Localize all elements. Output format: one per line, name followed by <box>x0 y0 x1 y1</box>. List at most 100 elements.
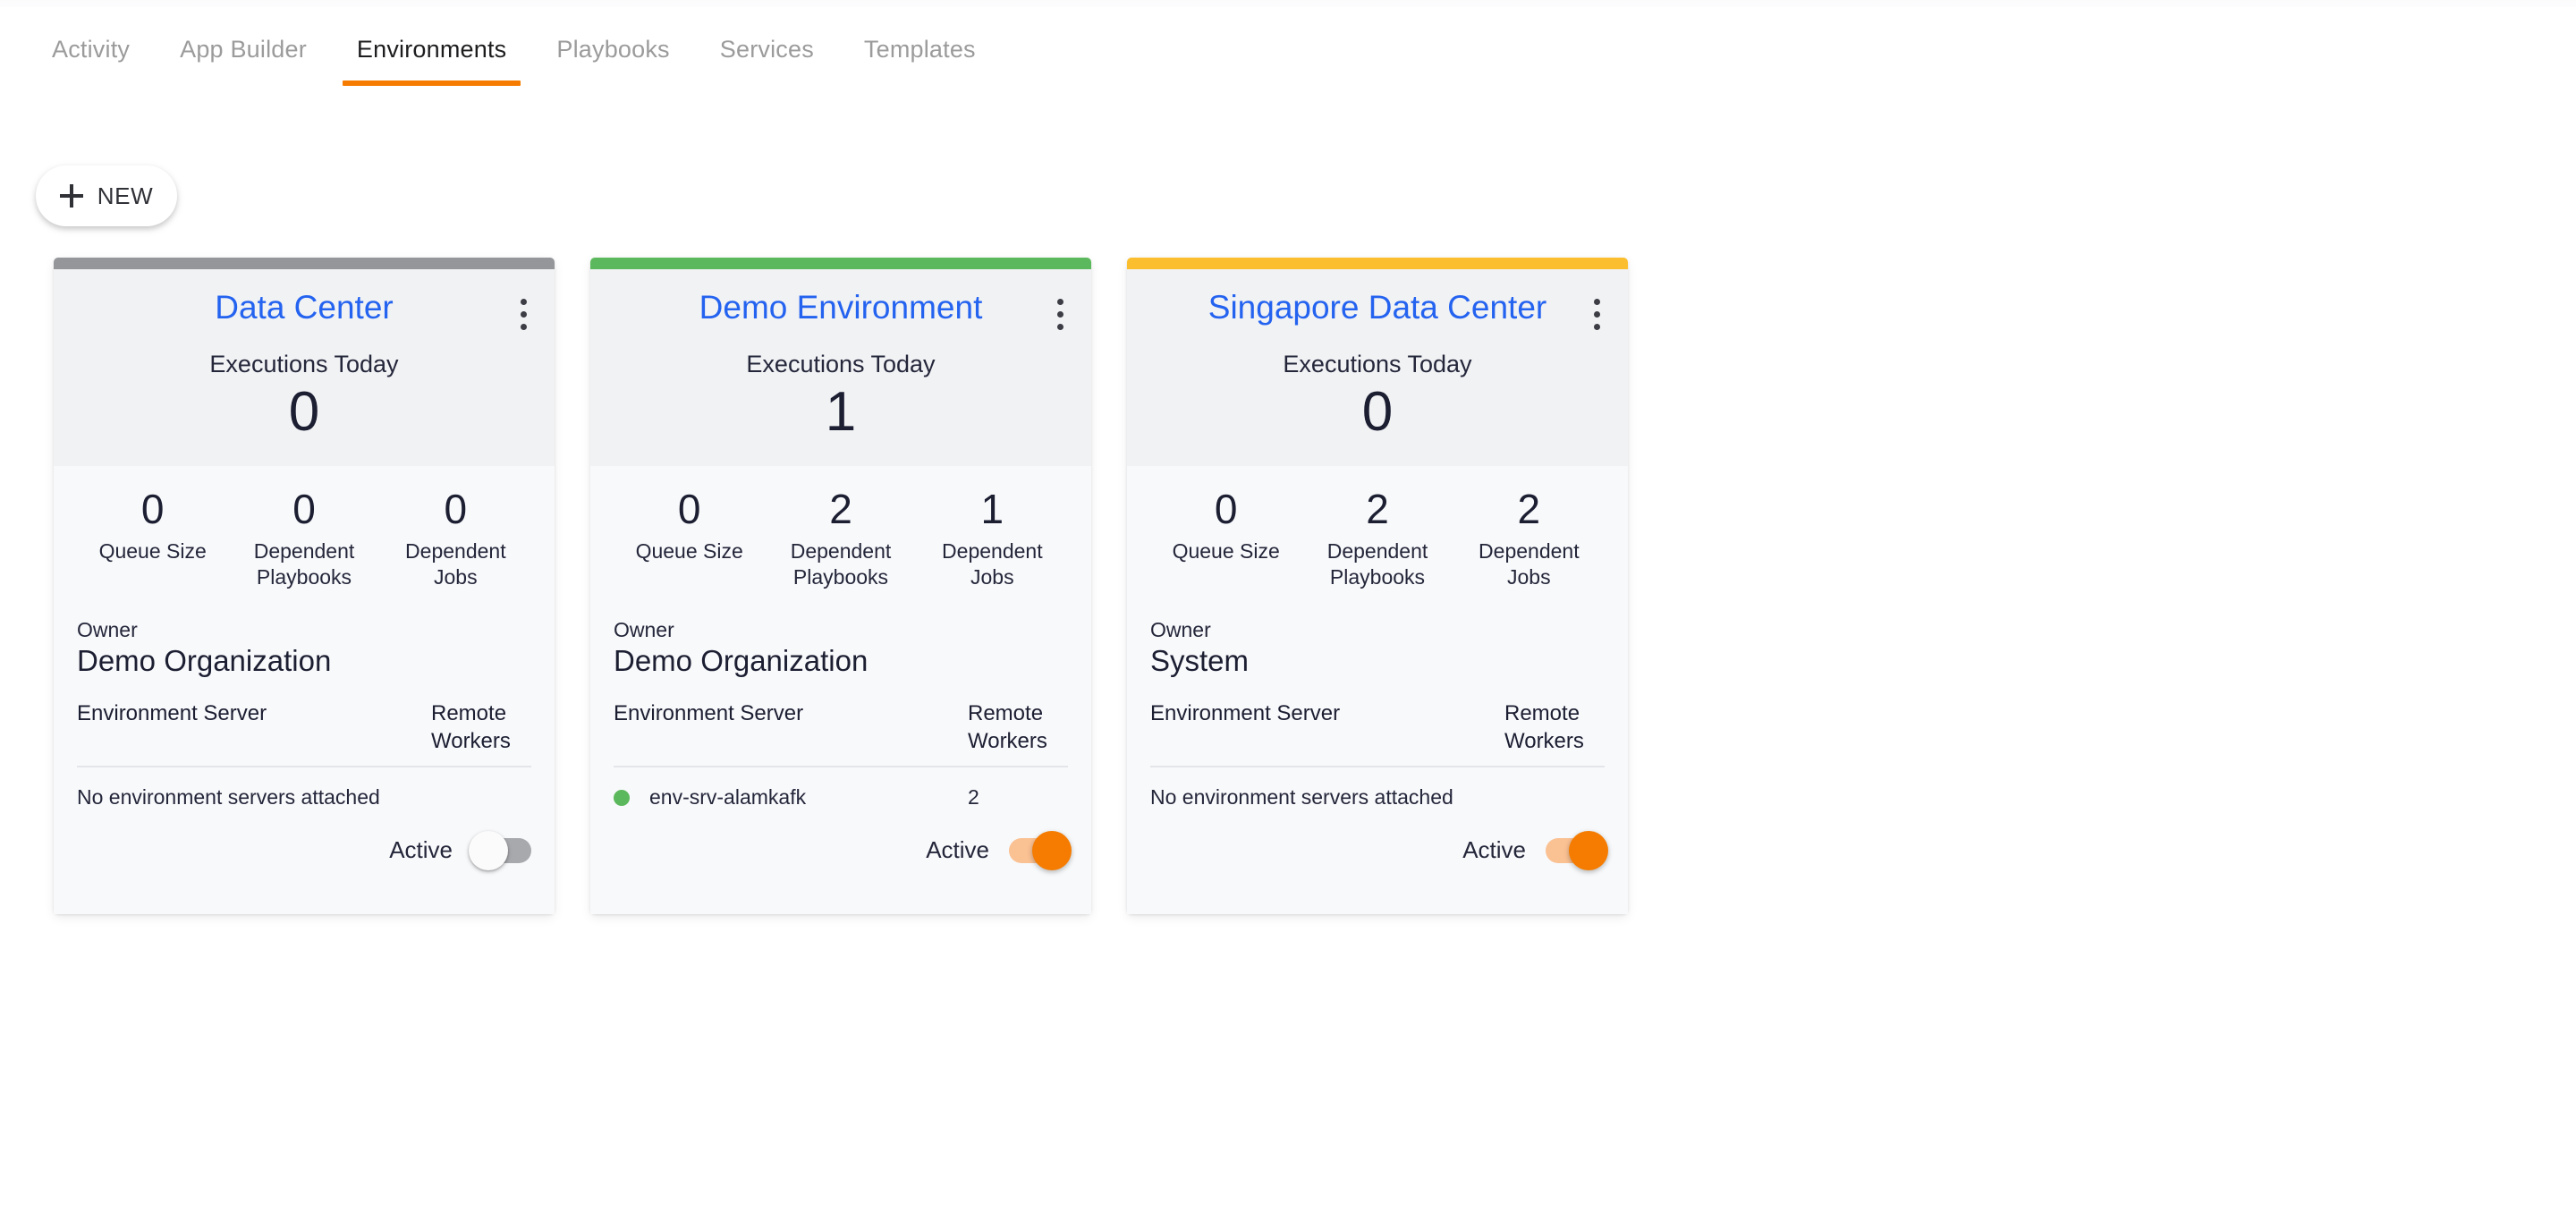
no-servers-message: No environment servers attached <box>1150 785 1453 809</box>
server-table-header: Environment Server Remote Workers <box>1150 699 1605 768</box>
server-remote-workers-count: 2 <box>968 785 979 809</box>
tab-label: Templates <box>863 36 976 63</box>
card-header: Singapore Data Center Executions Today 0 <box>1127 269 1628 467</box>
environment-title-link[interactable]: Data Center <box>77 289 531 327</box>
tab-environments[interactable]: Environments <box>332 7 531 97</box>
stat-value: 2 <box>1517 486 1541 533</box>
environment-card-list: Data Center Executions Today 0 0 Queue Size 0… <box>54 258 1628 915</box>
active-toggle-switch[interactable] <box>469 830 531 870</box>
owner-block: Owner System <box>1150 618 1605 678</box>
tab-label: App Builder <box>180 36 307 63</box>
executions-today-label: Executions Today <box>1283 350 1472 377</box>
executions-today-value: 1 <box>825 380 857 443</box>
active-toggle-switch[interactable] <box>1546 830 1608 870</box>
stat-value: 0 <box>292 486 316 533</box>
main-tab-bar: Activity App Builder Environments Playbooks… <box>0 7 2576 97</box>
card-header: Data Center Executions Today 0 <box>54 269 555 467</box>
stat-value: 2 <box>1366 486 1389 533</box>
tab-label: Activity <box>52 36 131 63</box>
toggle-knob <box>469 830 508 870</box>
active-toggle-label: Active <box>389 836 453 864</box>
owner-value: Demo Organization <box>77 643 332 677</box>
stat-label: Dependent Playbooks <box>253 538 355 589</box>
column-header-remote-workers: Remote Workers <box>968 700 1047 754</box>
new-button-label: NEW <box>97 182 154 209</box>
stat-row: 0 Queue Size 2 Dependent Playbooks 1 Dependen… <box>614 466 1068 591</box>
executions-today-label: Executions Today <box>209 350 399 377</box>
new-environment-button[interactable]: NEW <box>36 165 177 226</box>
active-tab-underline <box>342 81 521 86</box>
stat-dependent-playbooks: 2 Dependent Playbooks <box>765 486 916 591</box>
owner-block: Owner Demo Organization <box>614 618 1068 678</box>
card-header: Demo Environment Executions Today 1 <box>590 269 1091 467</box>
stat-label: Dependent Jobs <box>1479 538 1580 589</box>
kebab-menu-icon[interactable] <box>1581 294 1612 334</box>
tab-app-builder[interactable]: App Builder <box>155 7 332 97</box>
card-accent-bar <box>1127 258 1628 269</box>
stat-queue-size: 0 Queue Size <box>1150 486 1301 591</box>
column-header-environment-server: Environment Server <box>77 700 267 725</box>
page-root: Activity App Builder Environments Playbooks… <box>0 0 2576 1229</box>
server-name: env-srv-alamkafk <box>649 785 807 809</box>
owner-block: Owner Demo Organization <box>77 618 531 678</box>
stat-value: 1 <box>980 486 1004 533</box>
stat-dependent-jobs: 0 Dependent Jobs <box>380 486 531 591</box>
card-spacer <box>614 809 1068 836</box>
column-header-environment-server: Environment Server <box>1150 700 1341 725</box>
card-spacer <box>77 809 531 836</box>
tab-label: Playbooks <box>556 36 670 63</box>
tab-label: Services <box>719 36 814 63</box>
owner-value: Demo Organization <box>614 643 869 677</box>
toggle-knob <box>1569 830 1608 870</box>
toggle-knob <box>1032 830 1072 870</box>
active-toggle-label: Active <box>926 836 989 864</box>
stat-row: 0 Queue Size 2 Dependent Playbooks 2 Dependen… <box>1150 466 1605 591</box>
plus-icon <box>59 184 83 208</box>
server-row[interactable]: env-srv-alamkafk 2 <box>614 785 1068 809</box>
stat-value: 0 <box>444 486 468 533</box>
owner-label: Owner <box>1150 617 1211 641</box>
card-body: 0 Queue Size 0 Dependent Playbooks 0 Dependen… <box>54 466 555 915</box>
tab-playbooks[interactable]: Playbooks <box>531 7 694 97</box>
stat-value: 0 <box>1214 486 1238 533</box>
environment-card: Data Center Executions Today 0 0 Queue Size 0… <box>54 258 555 915</box>
active-toggle-switch[interactable] <box>1009 830 1072 870</box>
executions-today-value: 0 <box>1361 380 1394 443</box>
column-header-environment-server: Environment Server <box>614 700 804 725</box>
stat-value: 0 <box>140 486 165 533</box>
stat-label: Queue Size <box>1172 538 1280 563</box>
stat-row: 0 Queue Size 0 Dependent Playbooks 0 Dependen… <box>77 466 531 591</box>
executions-today-value: 0 <box>288 380 320 443</box>
stat-value: 0 <box>677 486 701 533</box>
stat-queue-size: 0 Queue Size <box>77 486 228 591</box>
stat-queue-size: 0 Queue Size <box>614 486 765 591</box>
stat-label: Queue Size <box>98 538 207 563</box>
executions-today-label: Executions Today <box>746 350 936 377</box>
stat-label: Queue Size <box>635 538 743 563</box>
stat-value: 2 <box>829 486 852 533</box>
tab-templates[interactable]: Templates <box>839 7 1001 97</box>
card-body: 0 Queue Size 2 Dependent Playbooks 2 Dependen… <box>1127 466 1628 915</box>
stat-label: Dependent Jobs <box>942 538 1043 589</box>
environment-title-link[interactable]: Singapore Data Center <box>1150 289 1605 327</box>
server-table-header: Environment Server Remote Workers <box>614 699 1068 768</box>
stat-dependent-playbooks: 2 Dependent Playbooks <box>1301 486 1453 591</box>
stat-dependent-jobs: 2 Dependent Jobs <box>1453 486 1605 591</box>
card-body: 0 Queue Size 2 Dependent Playbooks 1 Dependen… <box>590 466 1091 915</box>
active-toggle-row: Active <box>77 830 531 914</box>
kebab-menu-icon[interactable] <box>1045 294 1075 334</box>
environment-title-link[interactable]: Demo Environment <box>614 289 1068 327</box>
active-toggle-label: Active <box>1462 836 1526 864</box>
stat-label: Dependent Jobs <box>405 538 506 589</box>
card-spacer <box>1150 809 1605 836</box>
server-table-header: Environment Server Remote Workers <box>77 699 531 768</box>
owner-value: System <box>1150 643 1250 677</box>
tab-services[interactable]: Services <box>695 7 839 97</box>
kebab-menu-icon[interactable] <box>508 294 538 334</box>
active-toggle-row: Active <box>614 830 1072 914</box>
card-accent-bar <box>590 258 1091 269</box>
top-band <box>0 0 2576 7</box>
tab-activity[interactable]: Activity <box>27 7 155 97</box>
tab-label: Environments <box>356 36 507 63</box>
column-header-remote-workers: Remote Workers <box>431 700 511 754</box>
